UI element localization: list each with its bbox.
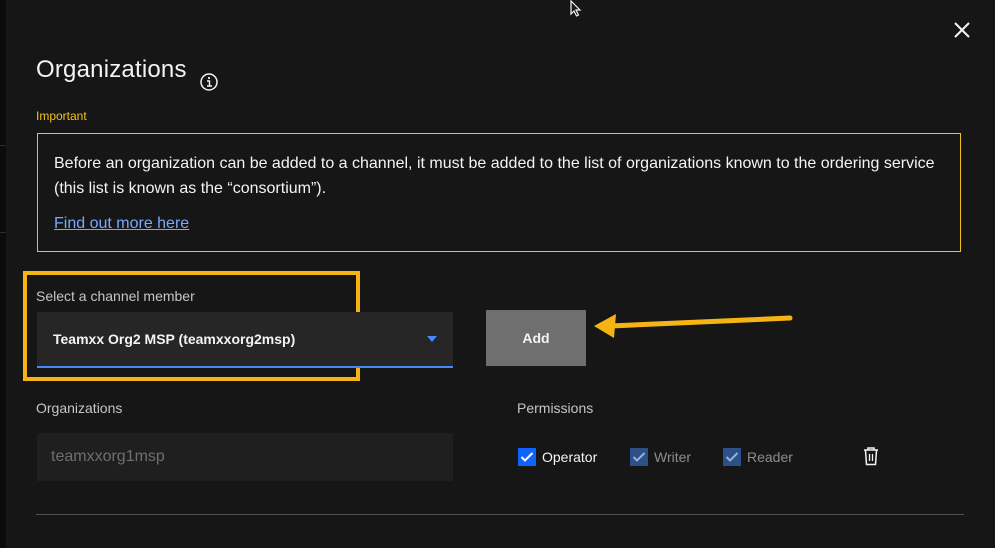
notice-text: Before an organization can be added to a…	[54, 155, 935, 197]
permission-label: Operator	[542, 449, 598, 465]
permissions-column-label: Permissions	[517, 400, 594, 416]
trash-icon	[864, 447, 878, 466]
permission-writer-checkbox: Writer	[630, 447, 691, 467]
organizations-column-label: Organizations	[36, 400, 123, 416]
annotation-arrow-icon	[594, 314, 793, 338]
important-label: Important	[36, 109, 87, 123]
checkmark-icon	[520, 452, 534, 462]
chevron-down-icon	[427, 336, 437, 342]
info-button[interactable]	[199, 72, 219, 92]
organization-name: teamxxorg1msp	[51, 448, 165, 465]
checkmark-icon	[725, 452, 739, 462]
checkmark-icon	[632, 452, 646, 462]
checkbox	[630, 448, 648, 466]
delete-organization-button[interactable]	[862, 446, 880, 466]
close-icon	[954, 22, 970, 38]
permission-label: Writer	[654, 449, 692, 465]
divider	[36, 514, 964, 515]
important-notice: Before an organization can be added to a…	[37, 133, 961, 252]
select-member-label: Select a channel member	[36, 288, 195, 304]
permission-reader-checkbox: Reader	[723, 447, 793, 467]
page-title: Organizations	[36, 56, 187, 83]
organization-name-field: teamxxorg1msp	[37, 433, 453, 481]
mouse-cursor-icon	[570, 0, 582, 17]
close-button[interactable]	[948, 16, 976, 44]
find-out-more-link[interactable]: Find out more here	[54, 215, 189, 233]
dropdown-selected-value: Teamxx Org2 MSP (teamxxorg2msp)	[53, 331, 296, 347]
info-icon	[200, 73, 218, 91]
checkbox	[723, 448, 741, 466]
checkbox	[518, 448, 536, 466]
permission-label: Reader	[747, 449, 793, 465]
add-button[interactable]: Add	[486, 310, 586, 366]
permission-operator-checkbox[interactable]: Operator	[518, 447, 597, 467]
channel-member-dropdown[interactable]: Teamxx Org2 MSP (teamxxorg2msp)	[37, 312, 453, 368]
